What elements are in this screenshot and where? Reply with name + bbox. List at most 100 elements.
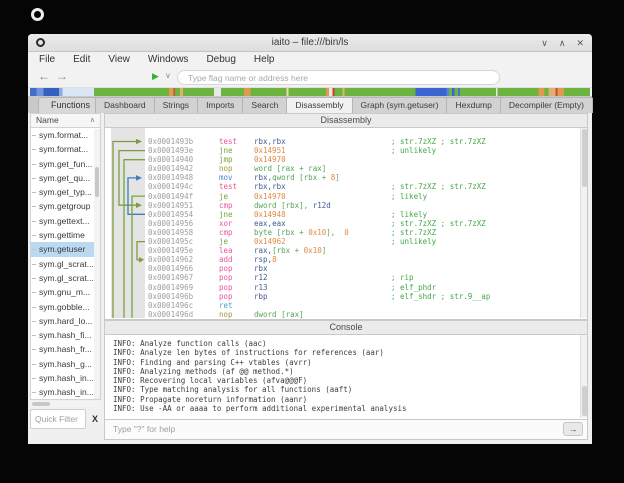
function-list-item[interactable]: sym.getgroup <box>31 199 100 213</box>
function-list-item[interactable]: sym.gl_scrat... <box>31 257 100 271</box>
instruction-mnemonic: pop <box>219 264 254 273</box>
sort-ascending-icon: ∧ <box>90 114 95 127</box>
continue-play-icon[interactable]: ▶ <box>152 71 159 82</box>
forward-arrow-icon[interactable]: → <box>56 69 68 83</box>
clear-filter-button[interactable]: X <box>89 412 101 426</box>
console-output[interactable]: INFO: Analyze function calls (aac)INFO: … <box>104 335 588 420</box>
function-list-item[interactable]: sym.getuser <box>31 242 100 256</box>
tab-disassembly[interactable]: Disassembly <box>286 97 352 113</box>
disasm-row[interactable]: 0x0001495elearax,[rbx + 0x10] <box>148 246 582 255</box>
iaito-logo-icon[interactable] <box>31 8 44 21</box>
tab-search[interactable]: Search <box>242 97 287 113</box>
column-header-label: Name <box>36 115 59 125</box>
instruction-mnemonic: pop <box>219 283 254 292</box>
instruction-mnemonic: je <box>219 192 254 201</box>
function-list-item[interactable]: sym.gl_scrat... <box>31 271 100 285</box>
function-list-item[interactable]: sym.gobble... <box>31 300 100 314</box>
tab-strings[interactable]: Strings <box>154 97 198 113</box>
instruction-mnemonic: test <box>219 182 254 191</box>
function-list-item[interactable]: sym.get_typ... <box>31 185 100 199</box>
tab-hexdump[interactable]: Hexdump <box>446 97 500 113</box>
memory-map-seek-bar[interactable] <box>30 88 590 96</box>
function-list-item[interactable]: sym.hash_fi... <box>31 328 100 342</box>
console-command-input[interactable] <box>107 421 559 437</box>
disasm-row[interactable]: 0x00014942nopword [rax + rax] <box>148 164 582 173</box>
menu-item-help[interactable]: Help <box>245 54 284 65</box>
disassembly-scrollbar[interactable] <box>580 128 587 318</box>
chevron-down-icon[interactable]: ∨ <box>165 71 171 80</box>
disasm-row[interactable]: 0x00014954jne0x14948; likely <box>148 210 582 219</box>
function-list-item[interactable]: sym.hash_in... <box>31 371 100 385</box>
instruction-operand: r12d <box>308 201 331 210</box>
tab-functions[interactable]: Functions <box>38 97 103 113</box>
function-list-item[interactable]: sym.hash_fr... <box>31 342 100 356</box>
functions-horizontal-scrollbar[interactable] <box>30 401 101 407</box>
tab-graph-sym-getuser[interactable]: Graph (sym.getuser) <box>352 97 448 113</box>
back-arrow-icon[interactable]: ← <box>38 69 50 83</box>
quick-filter-row: X <box>30 409 101 429</box>
disassembly-view[interactable]: 0x0001493btestrbx,rbx; str.7zXZ ; str.7z… <box>104 128 588 320</box>
function-list-item[interactable]: sym.gettime <box>31 228 100 242</box>
instruction-operand: eax <box>272 219 286 228</box>
function-list-item[interactable]: sym.format... <box>31 128 100 142</box>
menu-item-debug[interactable]: Debug <box>197 54 244 65</box>
quick-filter-input[interactable] <box>30 409 86 429</box>
disasm-row[interactable]: 0x00014940jmp0x14970 <box>148 155 582 164</box>
close-icon[interactable]: ✕ <box>576 37 584 49</box>
disasm-row[interactable]: 0x00014969popr13; elf_phdr <box>148 283 582 292</box>
function-list-item[interactable]: sym.get_qu... <box>31 171 100 185</box>
disasm-row[interactable]: 0x0001493btestrbx,rbx; str.7zXZ ; str.7z… <box>148 137 582 146</box>
disasm-row[interactable]: 0x00014951cmpdword [rbx], r12d <box>148 201 582 210</box>
instruction-mnemonic: je <box>219 237 254 246</box>
minimize-icon[interactable]: ∨ <box>541 37 548 49</box>
iaito-window: iaito – file:///bin/ls ∨ ∧ ✕ FileEditVie… <box>28 34 592 444</box>
disasm-row[interactable]: 0x00014966poprbx <box>148 264 582 273</box>
disasm-row[interactable]: 0x0001494fje0x14970; likely <box>148 192 582 201</box>
title-bar[interactable]: iaito – file:///bin/ls ∨ ∧ ✕ <box>28 34 592 52</box>
disasm-row[interactable]: 0x00014962addrsp,8 <box>148 255 582 264</box>
function-list-item[interactable]: sym.get_fun... <box>31 157 100 171</box>
maximize-icon[interactable]: ∧ <box>559 37 566 49</box>
function-list-item[interactable]: sym.hard_lo... <box>31 314 100 328</box>
instruction-comment: ; rip <box>391 273 414 282</box>
disassembly-dock-title[interactable]: Disassembly <box>104 113 588 128</box>
scrollbar-thumb[interactable] <box>32 402 50 406</box>
menu-item-windows[interactable]: Windows <box>139 54 198 65</box>
menu-item-view[interactable]: View <box>99 54 139 65</box>
instruction-operand: 0 <box>335 228 349 237</box>
function-list-item[interactable]: sym.hash_g... <box>31 357 100 371</box>
console-scrollbar[interactable] <box>580 335 587 418</box>
functions-vertical-scrollbar[interactable] <box>94 129 100 399</box>
run-command-button[interactable]: → <box>563 422 583 436</box>
jump-arrows-gutter <box>111 128 145 318</box>
function-list-item[interactable]: sym.gettext... <box>31 214 100 228</box>
disasm-row[interactable]: 0x0001493ejne0x14951; unlikely <box>148 146 582 155</box>
flag-search-input[interactable] <box>177 70 500 85</box>
disasm-row[interactable]: 0x0001496cret <box>148 301 582 310</box>
disasm-row[interactable]: 0x0001496dnopdword [rax] <box>148 310 582 319</box>
instruction-mnemonic: jmp <box>219 155 254 164</box>
disasm-row[interactable]: 0x00014958cmpbyte [rbx + 0x10], 0; str.7… <box>148 228 582 237</box>
menu-item-file[interactable]: File <box>30 54 64 65</box>
disasm-row[interactable]: 0x00014967popr12; rip <box>148 273 582 282</box>
function-list-item[interactable]: sym.format... <box>31 142 100 156</box>
instruction-comment: ; str.7zXZ <box>391 228 436 237</box>
function-list-item[interactable]: sym.hash_in... <box>31 385 100 399</box>
disasm-row[interactable]: 0x0001496bpoprbp; elf_shdr ; str.9__ap <box>148 292 582 301</box>
functions-column-header[interactable]: Name ∧ <box>30 113 101 128</box>
disasm-row[interactable]: 0x00014948movrbx,qword [rbx + 8] <box>148 173 582 182</box>
tab-imports[interactable]: Imports <box>197 97 243 113</box>
tab-decompiler-empty[interactable]: Decompiler (Empty) <box>500 97 593 113</box>
instruction-operand: eax, <box>254 219 272 228</box>
scrollbar-thumb[interactable] <box>582 129 587 187</box>
scrollbar-thumb[interactable] <box>582 386 587 416</box>
disasm-row[interactable]: 0x0001495cje0x14962; unlikely <box>148 237 582 246</box>
menu-item-edit[interactable]: Edit <box>64 54 99 65</box>
disasm-row[interactable]: 0x0001494ctestrbx,rbx; str.7zXZ ; str.7z… <box>148 182 582 191</box>
scrollbar-thumb[interactable] <box>95 167 99 197</box>
instruction-operand: 0x14951 <box>254 146 286 155</box>
console-dock-title[interactable]: Console <box>104 320 588 335</box>
function-list-item[interactable]: sym.gnu_m... <box>31 285 100 299</box>
tab-dashboard[interactable]: Dashboard <box>95 97 155 113</box>
disasm-row[interactable]: 0x00014956xoreax,eax; str.7zXZ ; str.7zX… <box>148 219 582 228</box>
